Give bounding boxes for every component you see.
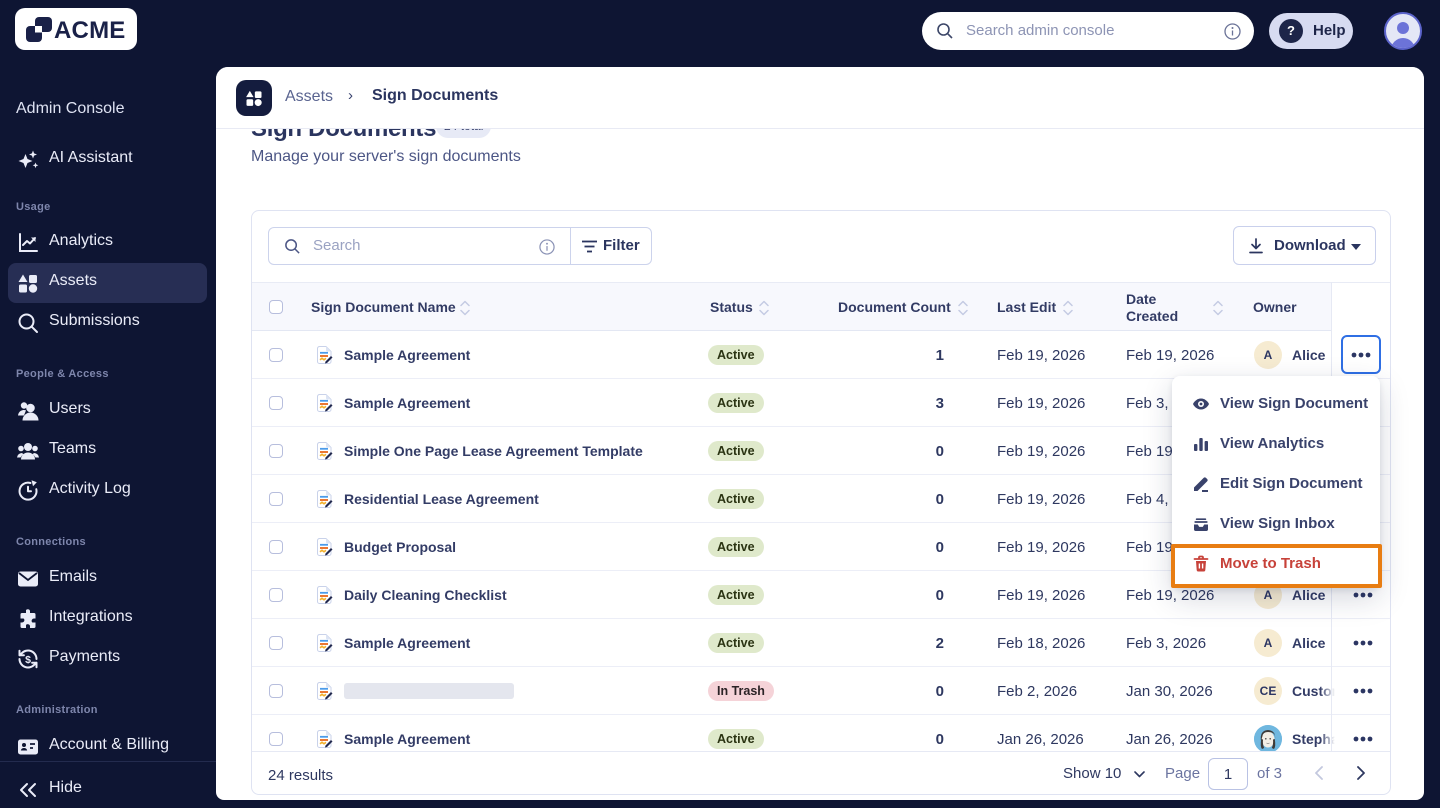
svg-text:$: $ xyxy=(25,654,31,666)
